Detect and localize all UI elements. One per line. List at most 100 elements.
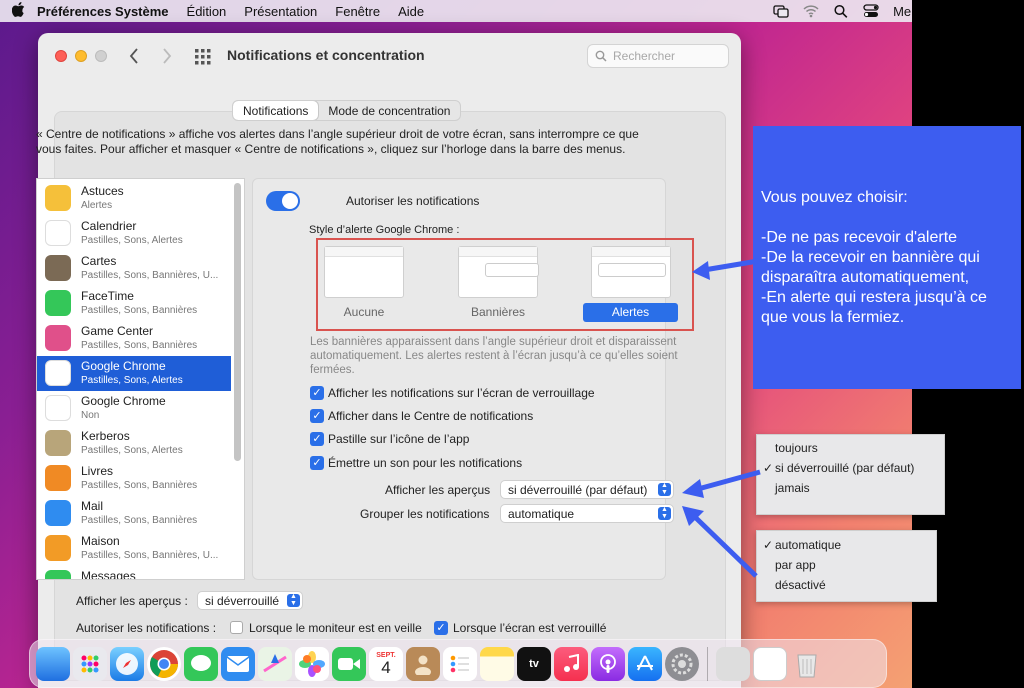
- popup-arrows-icon: ▲ ▼: [658, 506, 671, 520]
- app-name: Mail: [81, 499, 104, 513]
- app-list-item[interactable]: Calendrier Pastilles, Sons, Alertes: [37, 216, 231, 251]
- global-allow-label: Autoriser les notifications :: [76, 621, 217, 635]
- group-option-desactive[interactable]: désactivé: [757, 578, 936, 598]
- disk-image-icon[interactable]: [716, 646, 750, 681]
- previews-value: si déverrouillé (par défaut): [508, 483, 648, 497]
- chrome-icon: [45, 360, 71, 386]
- app-list-item[interactable]: Cartes Pastilles, Sons, Bannières, U...: [37, 251, 231, 286]
- app-list-item[interactable]: FaceTime Pastilles, Sons, Bannières: [37, 286, 231, 321]
- menu-fenetre[interactable]: Fenêtre: [335, 4, 380, 19]
- style-alerts-preview[interactable]: [591, 246, 671, 298]
- app-list-item[interactable]: Game Center Pastilles, Sons, Bannières: [37, 321, 231, 356]
- sound-label: Émettre un son pour les notifications: [328, 456, 523, 470]
- group-label: Grouper les notifications: [360, 507, 490, 521]
- allow-notifications-toggle[interactable]: [266, 191, 300, 211]
- app-list-item[interactable]: Kerberos Pastilles, Sons, Alertes: [37, 426, 231, 461]
- apple-icon[interactable]: [11, 2, 25, 20]
- global-previews-popup[interactable]: si déverrouillé ▲ ▼: [197, 591, 303, 610]
- app-settings-summary: Pastilles, Sons, Alertes: [81, 375, 183, 386]
- close-window-button[interactable]: [55, 50, 67, 62]
- group-popup[interactable]: automatique ▲ ▼: [500, 504, 674, 523]
- home-icon: [45, 535, 71, 561]
- app-settings-summary: Pastilles, Sons, Alertes: [81, 445, 183, 456]
- app-list-item[interactable]: Mail Pastilles, Sons, Bannières: [37, 496, 231, 531]
- app-settings-summary: Pastilles, Sons, Bannières: [81, 515, 198, 526]
- reminders-icon[interactable]: [443, 646, 477, 681]
- style-none-preview[interactable]: [324, 246, 404, 298]
- screenshot-thumbnail-icon[interactable]: [753, 646, 787, 681]
- menu-presentation[interactable]: Présentation: [244, 4, 317, 19]
- calendar-icon[interactable]: SEPT. 4: [369, 646, 403, 681]
- app-list-item[interactable]: Google Chrome Pastilles, Sons, Alertes: [37, 356, 231, 391]
- previews-option-si-deverrouille[interactable]: ✓ si déverrouillé (par défaut): [757, 461, 944, 481]
- lockscreen-checkbox[interactable]: ✓: [310, 386, 324, 400]
- back-arrow-icon[interactable]: [129, 47, 139, 68]
- previews-popup[interactable]: si déverrouillé (par défaut) ▲ ▼: [500, 480, 674, 499]
- messages-icon[interactable]: [184, 646, 218, 681]
- checkmark-icon: ✓: [763, 538, 774, 552]
- popup-arrows-icon: ▲ ▼: [287, 593, 300, 607]
- arrow-to-group-icon: [682, 506, 758, 578]
- finder-icon[interactable]: [36, 646, 70, 681]
- tab-focus-mode[interactable]: Mode de concentration: [318, 101, 460, 120]
- safari-icon[interactable]: [110, 646, 144, 681]
- facetime-icon[interactable]: [332, 646, 366, 681]
- app-name: Astuces: [81, 184, 124, 198]
- style-none-label[interactable]: Aucune: [324, 305, 404, 319]
- mail-icon[interactable]: [221, 646, 255, 681]
- app-store-icon[interactable]: [628, 646, 662, 681]
- menu-aide[interactable]: Aide: [398, 4, 424, 19]
- trash-icon[interactable]: [790, 647, 824, 681]
- podcasts-icon[interactable]: [591, 646, 625, 681]
- wifi-icon[interactable]: [803, 4, 819, 18]
- previews-option-toujours[interactable]: toujours: [757, 441, 944, 461]
- style-banners-label[interactable]: Bannières: [458, 305, 538, 319]
- sound-checkbox[interactable]: ✓: [310, 456, 324, 470]
- app-list[interactable]: Astuces Alertes Calendrier Pastilles, Sons,…: [36, 178, 245, 580]
- app-name: Google Chrome: [81, 394, 166, 408]
- app-list-item[interactable]: Google Chrome Non: [37, 391, 231, 426]
- app-list-item[interactable]: Astuces Alertes: [37, 181, 231, 216]
- title-bar: Notifications et concentration Recherche…: [38, 33, 741, 81]
- style-banners-preview[interactable]: [458, 246, 539, 298]
- app-list-item[interactable]: Messages: [37, 566, 231, 579]
- contacts-icon[interactable]: [406, 646, 440, 681]
- notes-icon[interactable]: [480, 646, 514, 681]
- apple-tv-icon[interactable]: tv: [517, 646, 551, 681]
- notification-center-label: Afficher dans le Centre de notifications: [328, 409, 534, 423]
- screen-locked-label: Lorsque l’écran est verrouillé: [453, 621, 607, 635]
- checkmark-icon: ✓: [763, 461, 774, 475]
- group-option-automatique[interactable]: ✓ automatique: [757, 538, 936, 558]
- show-all-grid-icon[interactable]: [195, 49, 211, 68]
- tab-notifications[interactable]: Notifications: [233, 101, 319, 120]
- notification-center-checkbox[interactable]: ✓: [310, 409, 324, 423]
- app-list-item[interactable]: Livres Pastilles, Sons, Bannières: [37, 461, 231, 496]
- system-preferences-icon[interactable]: [665, 646, 699, 681]
- chrome-icon[interactable]: [147, 646, 181, 681]
- previews-option-jamais[interactable]: jamais: [757, 481, 944, 501]
- screen-locked-checkbox[interactable]: ✓: [434, 621, 448, 635]
- spotlight-search-icon[interactable]: [833, 4, 849, 18]
- alert-style-title: Style d’alerte Google Chrome :: [309, 224, 460, 236]
- search-input[interactable]: Rechercher: [587, 44, 729, 68]
- photos-icon[interactable]: [295, 646, 329, 681]
- maps-icon[interactable]: [258, 646, 292, 681]
- badge-checkbox[interactable]: ✓: [310, 432, 324, 446]
- screen-mirroring-icon[interactable]: [773, 4, 789, 18]
- control-center-icon[interactable]: [863, 4, 879, 18]
- app-list-item[interactable]: Maison Pastilles, Sons, Bannières, U...: [37, 531, 231, 566]
- style-alerts-label[interactable]: Alertes: [583, 303, 678, 322]
- minimize-window-button[interactable]: [75, 50, 87, 62]
- menu-edition[interactable]: Édition: [187, 4, 227, 19]
- launchpad-icon[interactable]: [73, 646, 107, 681]
- app-name: Maison: [81, 534, 120, 548]
- group-option-par-app[interactable]: par app: [757, 558, 936, 578]
- menu-app-name[interactable]: Préférences Système: [37, 4, 169, 19]
- app-list-scrollbar[interactable]: [234, 183, 241, 461]
- music-icon[interactable]: [554, 646, 588, 681]
- forward-arrow-icon[interactable]: [162, 47, 172, 68]
- arrow-to-previews-icon: [682, 469, 761, 498]
- zoom-window-button[interactable]: [95, 50, 107, 62]
- global-previews-label: Afficher les aperçus :: [76, 594, 188, 608]
- monitor-sleep-checkbox[interactable]: [230, 621, 243, 634]
